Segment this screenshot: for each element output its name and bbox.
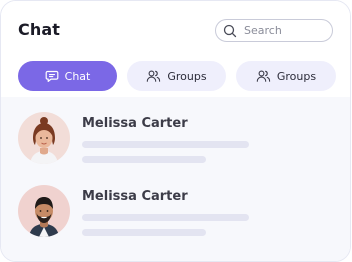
chat-list: Melissa Carter Melissa Carter bbox=[1, 97, 350, 261]
avatar bbox=[18, 112, 70, 164]
tab-label: Chat bbox=[64, 69, 91, 83]
group-icon bbox=[256, 69, 271, 83]
avatar bbox=[18, 185, 70, 237]
tab-bar: Chat Groups Groups bbox=[1, 61, 350, 91]
chat-list-item[interactable]: Melissa Carter bbox=[1, 112, 350, 178]
chat-list-item[interactable]: Melissa Carter bbox=[1, 185, 350, 251]
chat-header: Chat Chat bbox=[1, 1, 350, 97]
tab-chat[interactable]: Chat bbox=[18, 61, 117, 91]
tab-groups[interactable]: Groups bbox=[236, 61, 336, 91]
message-preview-placeholder bbox=[82, 156, 206, 163]
message-preview-placeholder bbox=[82, 229, 206, 236]
search-box[interactable] bbox=[215, 19, 333, 42]
contact-name: Melissa Carter bbox=[82, 116, 188, 131]
contact-name: Melissa Carter bbox=[82, 189, 188, 204]
tab-label: Groups bbox=[276, 69, 317, 83]
search-input[interactable] bbox=[244, 24, 324, 37]
chat-bubble-icon bbox=[45, 69, 59, 83]
page-title: Chat bbox=[18, 20, 60, 39]
tab-label: Groups bbox=[167, 69, 207, 83]
chat-panel: Chat Chat bbox=[0, 0, 351, 262]
tab-groups[interactable]: Groups bbox=[127, 61, 226, 91]
search-icon bbox=[223, 24, 237, 38]
message-preview-placeholder bbox=[82, 214, 249, 221]
group-icon bbox=[146, 69, 161, 83]
message-preview-placeholder bbox=[82, 141, 249, 148]
